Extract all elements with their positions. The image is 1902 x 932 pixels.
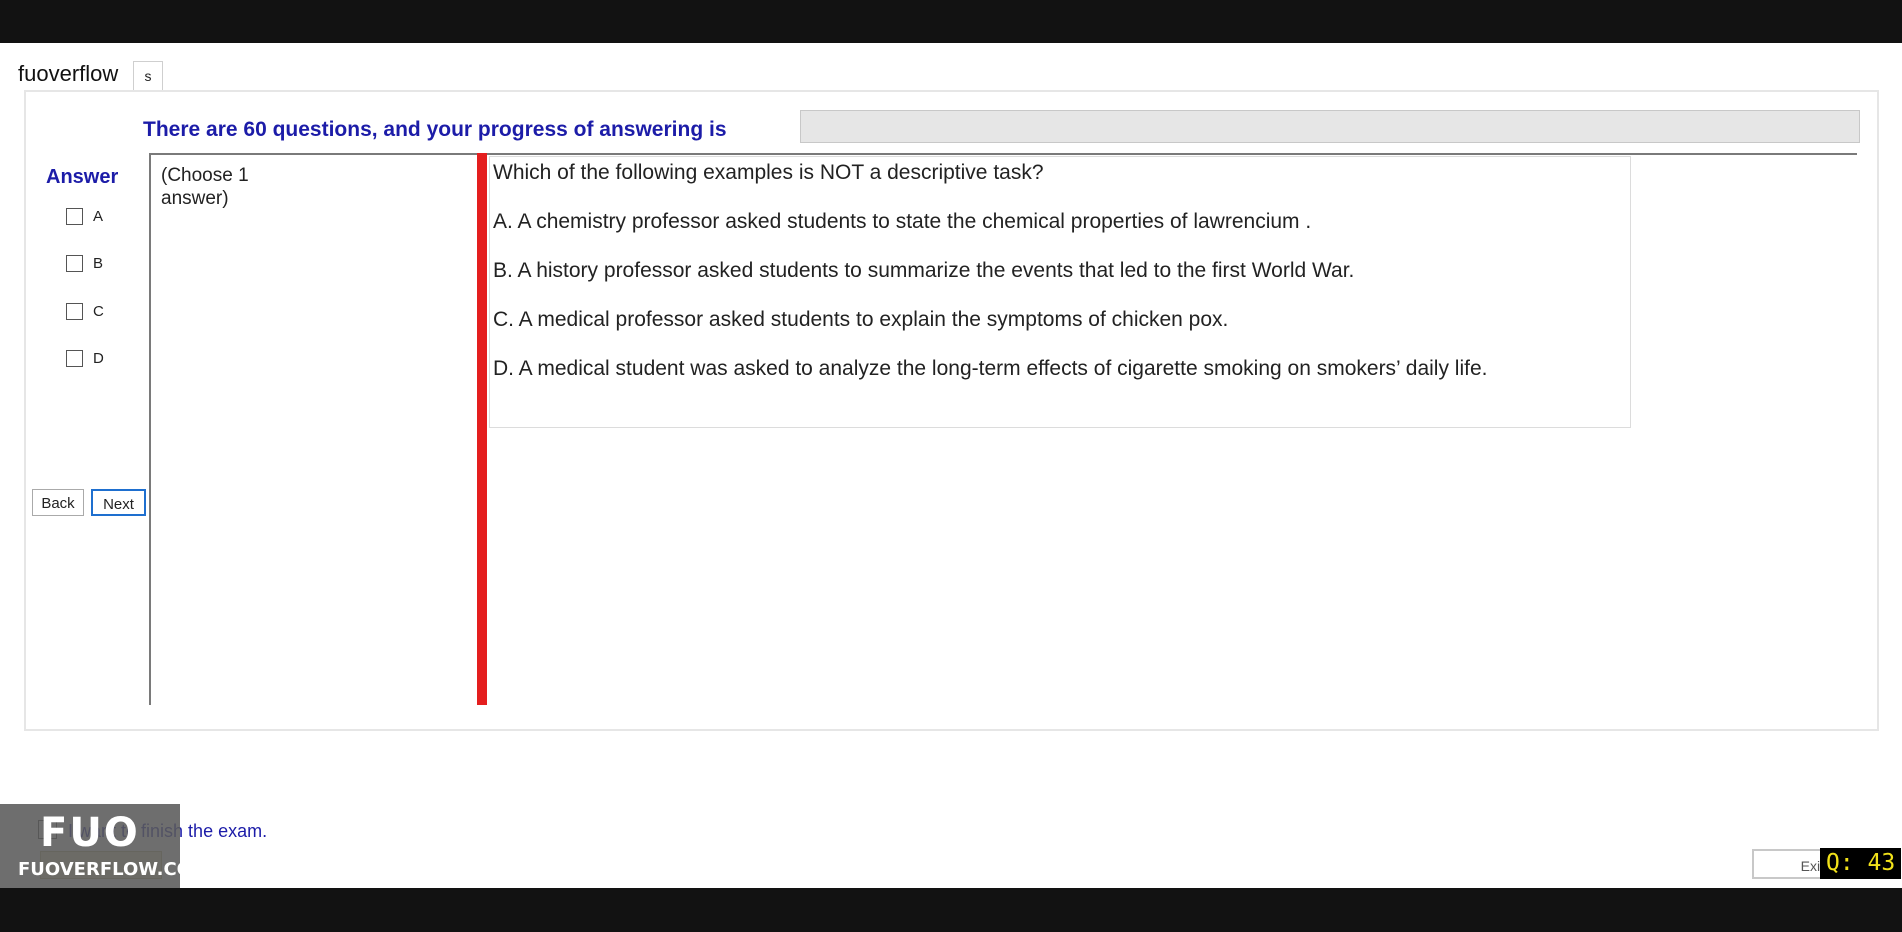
brand-label: fuoverflow — [18, 61, 119, 86]
answer-option-label: A — [93, 208, 104, 225]
next-button[interactable]: Next — [91, 489, 146, 516]
answer-option-c[interactable]: C — [66, 303, 104, 320]
answer-heading: Answer — [46, 166, 119, 188]
back-button[interactable]: Back — [32, 489, 84, 516]
answer-checkbox-c[interactable] — [66, 303, 83, 320]
splitter-handle[interactable] — [477, 153, 487, 705]
answer-option-b[interactable]: B — [66, 255, 103, 272]
tab-questions[interactable]: s — [133, 61, 163, 91]
question-box — [489, 156, 1631, 428]
question-option-d: D. A medical student was asked to analyz… — [493, 357, 1488, 380]
choose-hint: (Choose 1 answer) — [161, 165, 249, 209]
question-option-c: C. A medical professor asked students to… — [493, 308, 1229, 331]
answer-option-d[interactable]: D — [66, 350, 104, 367]
top-black-bar — [0, 0, 1902, 43]
answer-checkbox-d[interactable] — [66, 350, 83, 367]
watermark-text: FUOVERFLOW.COM — [18, 859, 210, 880]
answer-option-label: B — [93, 255, 104, 272]
fuoverflow-watermark: FUO FUOVERFLOW.COM — [0, 804, 210, 888]
question-counter: Q: 43 — [1820, 848, 1902, 879]
question-prompt: Which of the following examples is NOT a… — [493, 161, 1044, 184]
bottom-black-bar — [0, 888, 1902, 932]
progress-label: There are 60 questions, and your progres… — [143, 118, 727, 141]
watermark-mark: FUO — [40, 810, 140, 856]
answer-checkbox-a[interactable] — [66, 208, 83, 225]
answer-option-label: C — [93, 303, 104, 320]
answer-checkbox-b[interactable] — [66, 255, 83, 272]
question-option-b: B. A history professor asked students to… — [493, 259, 1355, 282]
choose-panel — [149, 153, 479, 705]
progress-bar — [800, 110, 1860, 143]
question-option-a: A. A chemistry professor asked students … — [493, 210, 1312, 233]
answer-option-label: D — [93, 350, 104, 367]
answer-option-a[interactable]: A — [66, 208, 103, 225]
